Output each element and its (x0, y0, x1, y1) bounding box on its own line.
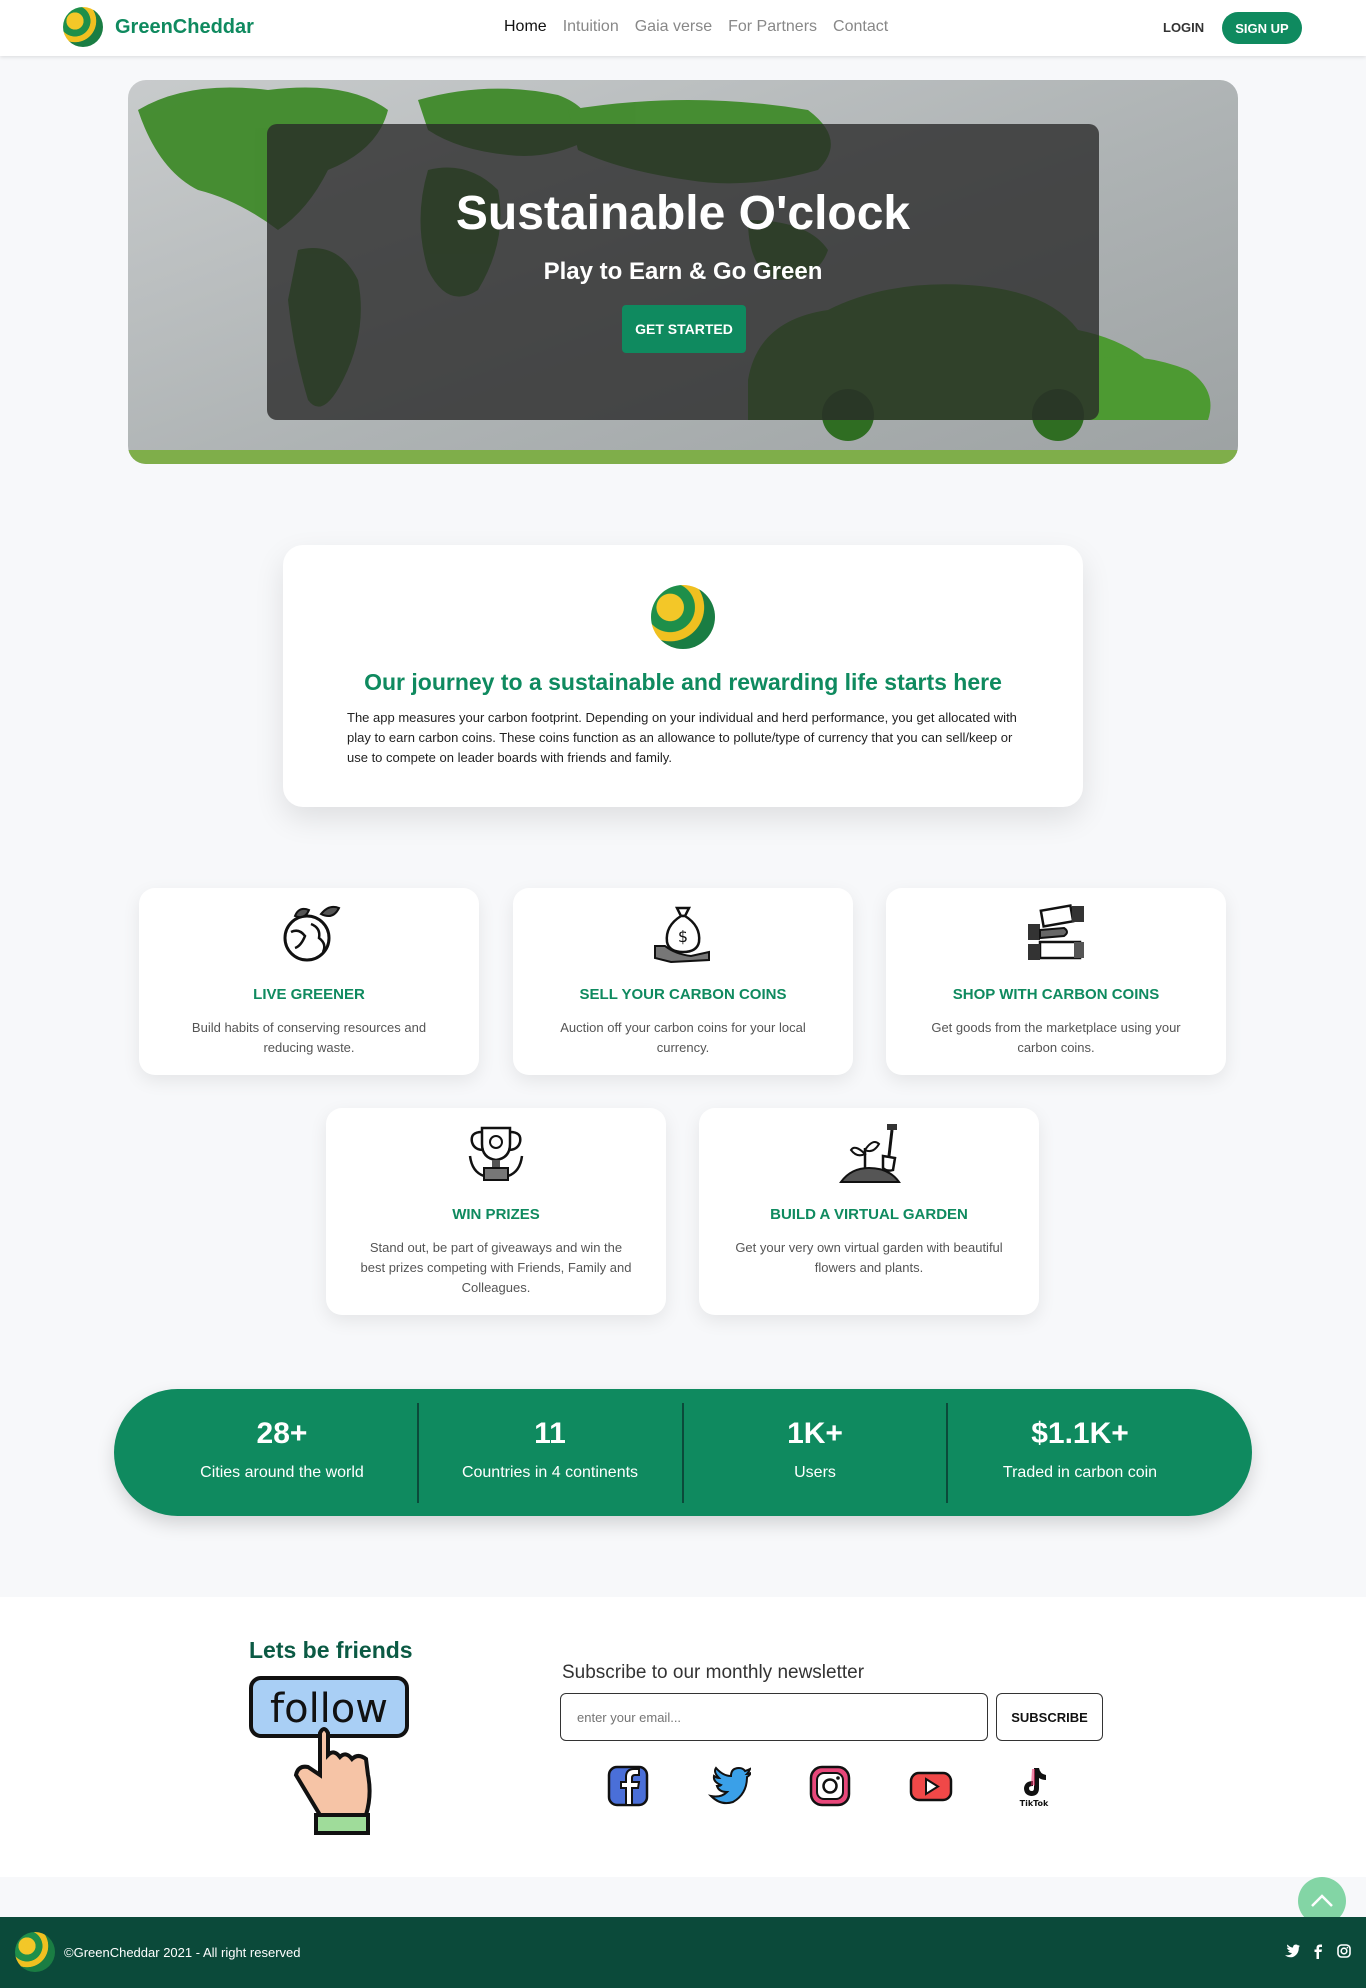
tiktok-label: TikTok (1020, 1799, 1049, 1808)
feature-text: Stand out, be part of giveaways and win … (360, 1240, 632, 1295)
svg-text:$: $ (678, 927, 688, 946)
get-started-button[interactable]: GET STARTED (622, 305, 746, 353)
stat-countries: 11 Countries in 4 continents (420, 1389, 680, 1516)
footer: ©GreenCheddar 2021 - All right reserved (0, 1917, 1366, 1988)
friends-title: Lets be friends (249, 1637, 413, 1663)
feature-card-sell-coins: $ SELL YOUR CARBON COINS Auction off you… (513, 888, 853, 1075)
facebook-icon[interactable] (1310, 1943, 1326, 1959)
stat-divider (417, 1403, 419, 1503)
follow-text: follow (270, 1686, 388, 1732)
feature-text: Get goods from the marketplace using you… (931, 1020, 1181, 1055)
hero-title: Sustainable O'clock (455, 187, 911, 240)
feature-text: Build habits of conserving resources and… (191, 1020, 427, 1055)
stat-value: 28+ (256, 1417, 308, 1450)
nav-link-intuition[interactable]: Intuition (563, 18, 619, 36)
stat-divider (682, 1403, 684, 1503)
stat-cities: 28+ Cities around the world (154, 1389, 410, 1516)
stat-divider (946, 1403, 948, 1503)
email-input[interactable] (560, 1693, 988, 1741)
money-bag-hand-icon: $ (654, 906, 710, 964)
feature-title: LIVE GREENER (253, 986, 365, 1003)
stat-traded: $1.1K+ Traded in carbon coin (949, 1389, 1211, 1516)
social-section: Lets be friends follow Subscribe to our … (0, 1597, 1366, 1877)
globe-logo-icon (63, 7, 103, 47)
plant-shovel-icon (839, 1124, 901, 1183)
follow-hand-icon[interactable]: follow (248, 1675, 412, 1837)
tiktok-icon[interactable]: TikTok (1012, 1764, 1056, 1808)
feature-text: Get your very own virtual garden with be… (735, 1240, 1003, 1275)
twitter-icon[interactable] (1284, 1943, 1300, 1959)
feature-text: Auction off your carbon coins for your l… (560, 1020, 806, 1055)
earth-leaves-icon (283, 905, 341, 962)
hero-banner: Sustainable O'clock Play to Earn & Go Gr… (128, 80, 1238, 464)
brand-name: GreenCheddar (115, 15, 254, 38)
journey-card: Our journey to a sustainable and rewardi… (283, 545, 1083, 807)
feature-card-shop-coins: SHOP WITH CARBON COINS Get goods from th… (886, 888, 1226, 1075)
feature-card-virtual-garden: BUILD A VIRTUAL GARDEN Get your very own… (699, 1108, 1039, 1315)
login-link[interactable]: LOGIN (1163, 20, 1204, 35)
stat-label: Cities around the world (200, 1464, 364, 1481)
youtube-icon[interactable] (909, 1764, 953, 1808)
stat-value: 11 (534, 1417, 566, 1450)
feature-title: SHOP WITH CARBON COINS (952, 986, 1160, 1003)
nav-links: Home Intuition Gaia verse For Partners C… (504, 18, 888, 36)
stat-label: Traded in carbon coin (1002, 1464, 1158, 1481)
grass-strip (128, 450, 1238, 464)
feature-title: WIN PRIZES (452, 1206, 540, 1223)
copyright-text: ©GreenCheddar 2021 - All right reserved (64, 1945, 301, 1960)
feature-title: SELL YOUR CARBON COINS (579, 986, 787, 1003)
feature-card-win-prizes: WIN PRIZES Stand out, be part of giveawa… (326, 1108, 666, 1315)
stat-label: Countries in 4 continents (461, 1464, 639, 1481)
stat-label: Users (794, 1464, 836, 1481)
stat-value: 1K+ (787, 1417, 843, 1450)
nav-link-home[interactable]: Home (504, 18, 547, 36)
hero-overlay-panel: Sustainable O'clock Play to Earn & Go Gr… (267, 124, 1099, 420)
feature-card-live-greener: LIVE GREENER Build habits of conserving … (139, 888, 479, 1075)
navbar: GreenCheddar Home Intuition Gaia verse F… (0, 0, 1366, 56)
subscribe-button[interactable]: SUBSCRIBE (996, 1693, 1103, 1741)
journey-text: The app measures your carbon footprint. … (347, 710, 1017, 765)
globe-logo-icon (15, 1932, 55, 1972)
journey-title: Our journey to a sustainable and rewardi… (364, 669, 1002, 695)
nav-link-contact[interactable]: Contact (833, 18, 888, 36)
facebook-icon[interactable] (606, 1764, 650, 1808)
stat-value: $1.1K+ (1031, 1417, 1129, 1450)
instagram-icon[interactable] (808, 1764, 852, 1808)
signup-button[interactable]: SIGN UP (1222, 12, 1302, 44)
nav-link-gaia-verse[interactable]: Gaia verse (635, 18, 712, 36)
stat-users: 1K+ Users (685, 1389, 945, 1516)
trophy-icon (468, 1126, 524, 1181)
newsletter-title: Subscribe to our monthly newsletter (562, 1662, 865, 1683)
globe-icon (651, 585, 715, 649)
nav-link-for-partners[interactable]: For Partners (728, 18, 817, 36)
cash-exchange-icon (1028, 904, 1084, 960)
instagram-icon[interactable] (1336, 1943, 1352, 1959)
brand[interactable]: GreenCheddar (63, 7, 254, 47)
hero-subtitle: Play to Earn & Go Green (543, 258, 823, 285)
feature-title: BUILD A VIRTUAL GARDEN (770, 1206, 968, 1223)
stats-bar: 28+ Cities around the world 11 Countries… (114, 1389, 1252, 1516)
twitter-icon[interactable] (707, 1764, 751, 1808)
